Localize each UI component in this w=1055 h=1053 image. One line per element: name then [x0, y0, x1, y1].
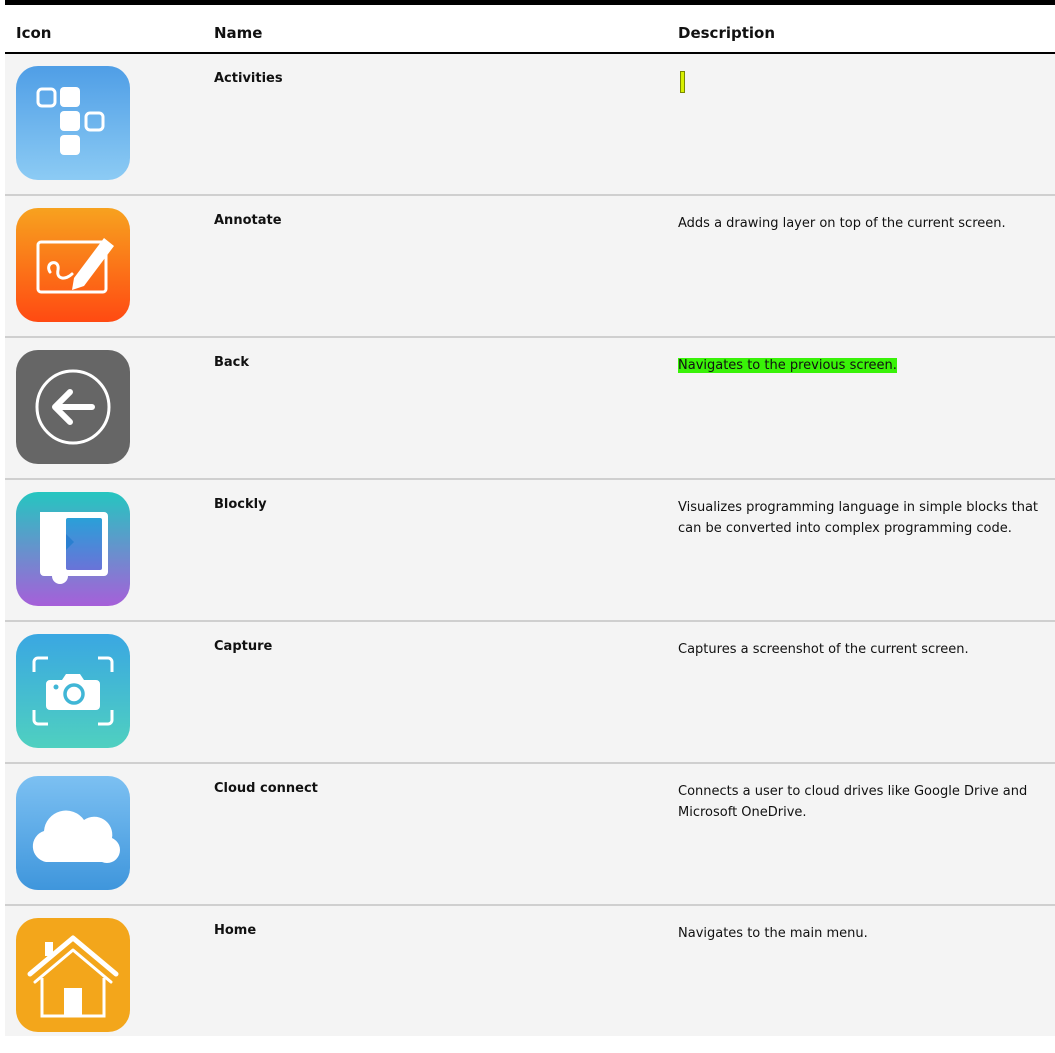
table-row: Blockly Visualizes programming language …: [5, 480, 1055, 622]
table-row: Annotate Adds a drawing layer on top of …: [5, 196, 1055, 338]
highlighted-text: Navigates to the previous screen.: [678, 358, 897, 373]
table-row: Activities: [5, 54, 1055, 196]
row-description: Visualizes programming language in simpl…: [678, 500, 1039, 536]
row-name: Blockly: [214, 497, 267, 512]
header-description: Description: [678, 24, 776, 42]
row-description: Navigates to the previous screen.: [678, 355, 1048, 376]
row-description: Connects a user to cloud drives like Goo…: [678, 784, 1028, 820]
annotate-icon: [16, 208, 130, 322]
row-name: Capture: [214, 639, 273, 654]
cloud-icon: [16, 776, 130, 890]
table-row: Back Navigates to the previous screen.: [5, 338, 1055, 480]
text-cursor-marker: [680, 71, 685, 93]
camera-icon: [16, 634, 130, 748]
table-header: Icon Name Description: [5, 5, 1055, 54]
back-arrow-icon: [16, 350, 130, 464]
header-name: Name: [214, 24, 263, 42]
row-description: Captures a screenshot of the current scr…: [678, 642, 969, 657]
table-row: Home Navigates to the main menu.: [5, 906, 1055, 1036]
blockly-icon: [16, 492, 130, 606]
row-name: Annotate: [214, 213, 282, 228]
table-row: Cloud connect Connects a user to cloud d…: [5, 764, 1055, 906]
table-row: Capture Captures a screenshot of the cur…: [5, 622, 1055, 764]
row-description: Navigates to the main menu.: [678, 926, 868, 941]
activities-icon: [16, 66, 130, 180]
home-icon: [16, 918, 130, 1032]
header-icon: Icon: [16, 24, 52, 42]
features-table: Icon Name Description Activities Annotat…: [5, 0, 1055, 1036]
row-name: Activities: [214, 71, 283, 86]
row-name: Back: [214, 355, 250, 370]
row-description: [678, 71, 1048, 93]
row-name: Cloud connect: [214, 781, 318, 796]
row-description: Adds a drawing layer on top of the curre…: [678, 216, 1006, 231]
row-name: Home: [214, 923, 257, 938]
